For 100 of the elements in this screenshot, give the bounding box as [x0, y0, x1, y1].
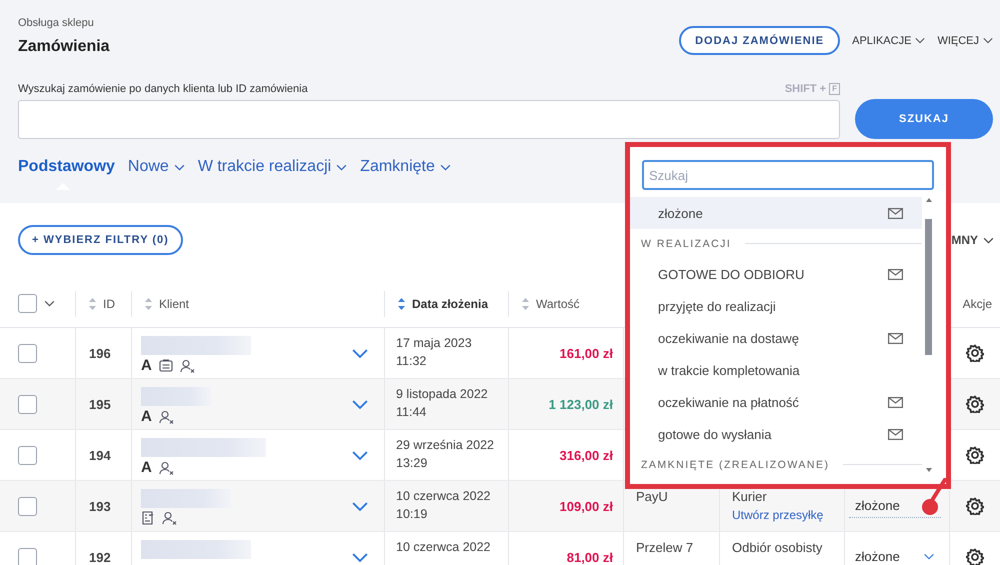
order-time: 10:19	[396, 506, 428, 523]
column-header[interactable]: ID	[103, 296, 115, 310]
filter-tab[interactable]: Podstawowy	[18, 156, 115, 178]
filter-tab[interactable]: Zamknięte	[360, 156, 451, 178]
row-checkbox[interactable]	[18, 446, 37, 464]
columns-menu[interactable]: MNY	[951, 233, 978, 247]
group-heading: W REALIZACJI	[641, 238, 732, 250]
user-removed-icon	[158, 460, 175, 474]
status-select[interactable]: złożone	[849, 545, 941, 565]
user-removed-icon	[180, 358, 196, 372]
breadcrumb[interactable]: Obsługa sklepu	[18, 17, 110, 29]
expand-icon	[351, 398, 369, 410]
redacted-name	[141, 387, 211, 406]
column-header: Akcje	[962, 296, 992, 310]
settings-icon[interactable]	[966, 497, 984, 515]
delivery-method: Kurier	[732, 488, 767, 506]
status-option[interactable]: przyjęte do realizacji	[630, 290, 922, 322]
menu-button[interactable]: WIĘCEJ	[937, 34, 993, 46]
settings-icon[interactable]	[966, 548, 984, 565]
order-value: 161,00 zł	[560, 346, 613, 360]
client-type-letter: A	[141, 358, 152, 373]
delivery-method: Odbiór osobisty	[732, 539, 822, 557]
chevron-down-icon	[174, 164, 185, 170]
status-option[interactable]: oczekiwanie na dostawę	[630, 322, 922, 354]
scrollbar[interactable]	[924, 197, 934, 473]
settings-icon[interactable]	[966, 344, 984, 362]
mail-icon	[888, 396, 903, 408]
chevron-down-icon	[983, 236, 994, 244]
invoice-icon	[141, 511, 155, 525]
row-checkbox[interactable]	[18, 548, 37, 565]
shortcut-key: F	[829, 83, 840, 95]
page-title: Zamówienia	[18, 38, 110, 56]
order-time: 11:44	[396, 404, 426, 421]
order-time: 11:32	[396, 353, 426, 370]
order-id[interactable]: 193	[76, 498, 111, 514]
order-id[interactable]: 196	[76, 346, 111, 360]
search-button[interactable]: SZUKAJ	[855, 99, 993, 139]
filter-tab[interactable]: W trakcie realizacji	[198, 156, 348, 178]
expand-icon	[351, 450, 369, 460]
sort-icon[interactable]	[398, 298, 405, 310]
settings-icon[interactable]	[966, 446, 984, 464]
filter-tab[interactable]: Nowe	[128, 156, 185, 178]
status-option[interactable]: gotowe do wysłania	[630, 418, 922, 450]
payment-method: PayU	[636, 488, 668, 506]
mail-icon	[888, 268, 903, 280]
status-option[interactable]: oczekiwanie na płatność	[630, 386, 922, 418]
status-option[interactable]: w trakcie kompletowania	[630, 354, 922, 386]
order-date: 10 czerwca 2022	[396, 539, 491, 556]
row-checkbox[interactable]	[18, 496, 37, 516]
add-order-button[interactable]: DODAJ ZAMÓWIENIE	[679, 26, 840, 55]
dropdown-search-field[interactable]: Szukaj	[642, 160, 934, 190]
order-value: 1 123,00 zł	[548, 396, 613, 412]
shortcut-hint: SHIFT +	[784, 83, 826, 95]
user-removed-icon	[158, 410, 175, 424]
order-value: 316,00 zł	[560, 448, 613, 462]
select-all-checkbox[interactable]	[18, 294, 37, 313]
sort-icon[interactable]	[145, 298, 152, 310]
sort-icon[interactable]	[522, 298, 529, 310]
order-date: 9 listopada 2022	[396, 386, 488, 403]
expand-icon	[351, 348, 369, 358]
search-field[interactable]	[18, 100, 840, 138]
client-type-letter: A	[141, 460, 152, 475]
status-option[interactable]: GOTOWE DO ODBIORU	[630, 258, 922, 290]
order-id[interactable]: 192	[76, 550, 111, 564]
mail-icon	[888, 208, 903, 218]
order-date: 29 września 2022	[396, 437, 494, 454]
sort-icon[interactable]	[89, 298, 96, 310]
search-label: Wyszukaj zamówienie po danych klienta lub ID zamówienia	[18, 83, 308, 95]
expand-icon	[351, 552, 369, 562]
order-time: 13:29	[396, 455, 428, 472]
chevron-down-icon	[440, 164, 451, 170]
status-option[interactable]: złożone	[630, 197, 922, 229]
column-header[interactable]: Klient	[159, 296, 190, 310]
menu-button[interactable]: APLIKACJE	[852, 34, 926, 46]
chevron-down-icon	[983, 37, 993, 44]
settings-icon[interactable]	[966, 395, 984, 413]
choose-filters-button[interactable]: + WYBIERZ FILTRY (0)	[18, 225, 183, 255]
chevron-down-icon	[915, 37, 926, 44]
mail-icon	[888, 428, 903, 440]
row-checkbox[interactable]	[18, 394, 37, 414]
column-header[interactable]: Data złożenia	[412, 296, 488, 310]
row-checkbox[interactable]	[18, 344, 37, 362]
client-type-letter: A	[141, 409, 152, 424]
order-id[interactable]: 195	[76, 396, 111, 412]
order-value: 81,00 zł	[566, 550, 613, 564]
expand-icon	[351, 500, 369, 512]
chevron-down-icon	[923, 553, 935, 560]
group-heading: ZAMKNIĘTE (ZREALIZOWANE)	[641, 458, 830, 470]
column-header[interactable]: Wartość	[536, 296, 580, 310]
order-date: 17 maja 2023	[396, 335, 472, 352]
order-value: 109,00 zł	[560, 498, 613, 514]
order-id[interactable]: 194	[76, 448, 111, 462]
payment-method: Przelew 7	[636, 539, 694, 557]
create-shipment-link[interactable]: Utwórz przesyłkę	[732, 506, 824, 525]
chevron-down-icon	[336, 164, 348, 170]
order-date: 10 czerwca 2022	[396, 488, 491, 505]
mail-icon	[888, 332, 903, 344]
chevron-down-icon	[44, 300, 55, 307]
document-icon	[158, 359, 173, 372]
user-removed-icon	[162, 511, 178, 525]
